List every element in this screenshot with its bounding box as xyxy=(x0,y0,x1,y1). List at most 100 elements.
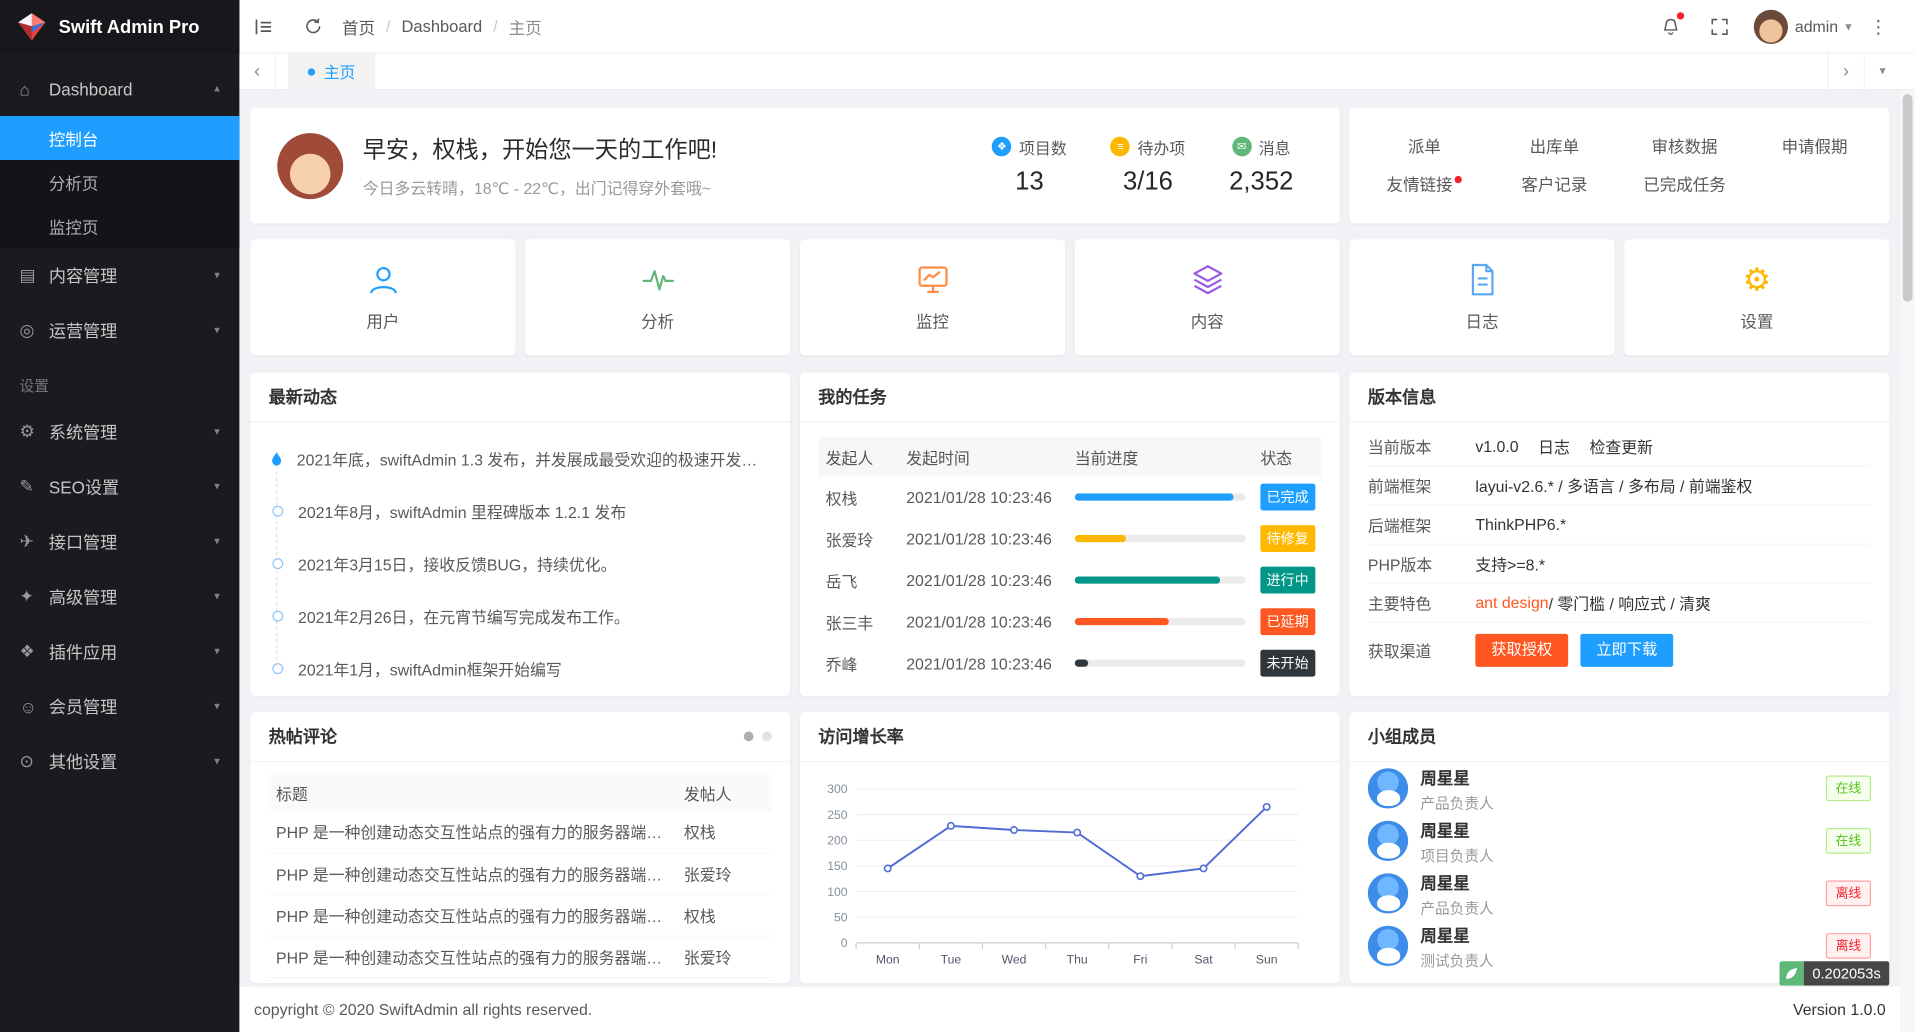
sidebar-item-label: 内容管理 xyxy=(49,263,117,287)
sidebar-item-label: 系统管理 xyxy=(49,420,117,444)
svg-text:Sat: Sat xyxy=(1194,953,1213,967)
news-item: 2021年8月，swiftAdmin 里程碑版本 1.2.1 发布 xyxy=(269,485,772,538)
vertical-scrollbar[interactable] xyxy=(1900,90,1915,1032)
leaf-icon xyxy=(1779,961,1803,985)
tab-home[interactable]: 主页 xyxy=(288,54,375,89)
sidebar-item-analysis[interactable]: 分析页 xyxy=(0,160,239,204)
version-row-frontend: 前端框架 layui-v2.6.* / 多语言 / 多布局 / 前端鉴权 xyxy=(1368,467,1871,506)
more-menu-button[interactable]: ⋮ xyxy=(1854,0,1903,53)
chevron-down-icon: ▾ xyxy=(214,700,220,713)
row-label: 获取渠道 xyxy=(1368,638,1475,661)
header-actions: admin ▼ ⋮ xyxy=(1646,0,1915,53)
row-label: 主要特色 xyxy=(1368,591,1475,614)
news-card-title: 最新动态 xyxy=(250,372,790,422)
stats-summary: ❖ 项目数 13 ≡ 待办项 3/16 ✉ xyxy=(992,135,1313,196)
member-role: 项目负责人 xyxy=(1420,845,1493,866)
download-button[interactable]: 立即下载 xyxy=(1580,633,1673,666)
sidebar-subitem-label: 分析页 xyxy=(49,170,98,194)
sidebar-item-console[interactable]: 控制台 xyxy=(0,116,239,160)
comments-card-title: 热帖评论 xyxy=(269,724,337,748)
sidebar-item-content-mgmt[interactable]: ▤ 内容管理 ▾ xyxy=(0,248,239,303)
sidebar-item-plugins[interactable]: ❖ 插件应用 ▾ xyxy=(0,624,239,679)
breadcrumb-home[interactable]: 首页 xyxy=(342,14,375,38)
sidebar-item-advanced-mgmt[interactable]: ✦ 高级管理 ▾ xyxy=(0,569,239,624)
breadcrumb-section[interactable]: Dashboard xyxy=(402,17,483,35)
post-title[interactable]: PHP 是一种创建动态交互性站点的强有力的服务器端脚本语言 xyxy=(269,811,677,853)
post-title[interactable]: PHP 是一种创建动态交互性站点的强有力的服务器端脚本语言 xyxy=(269,852,677,894)
task-time: 2021/01/28 10:23:46 xyxy=(899,642,1068,684)
news-item: 2021年底，swiftAdmin 1.3 发布，并发展成最受欢迎的极速开发框架… xyxy=(269,432,772,485)
check-update-link[interactable]: 检查更新 xyxy=(1589,435,1653,458)
sidebar-item-seo-settings[interactable]: ✎ SEO设置 ▾ xyxy=(0,459,239,514)
quick-link-audit[interactable]: 审核数据 xyxy=(1619,133,1749,157)
user-menu[interactable]: admin ▼ xyxy=(1795,17,1854,35)
shortcut-analysis[interactable]: 分析 xyxy=(525,239,790,355)
member-name: 周星星 xyxy=(1420,816,1493,840)
sidebar-item-operation-mgmt[interactable]: ◎ 运营管理 ▾ xyxy=(0,303,239,358)
post-title[interactable]: PHP 是一种创建动态交互性站点的强有力的服务器端脚本语言 xyxy=(269,894,677,936)
post-title[interactable]: PHP 是一种创建动态交互性站点的强有力的服务器端脚本语言 xyxy=(269,936,677,978)
table-row: PHP 是一种创建动态交互性站点的强有力的服务器端脚本语言 权栈 xyxy=(269,811,772,853)
shortcut-settings[interactable]: ⚙ 设置 xyxy=(1624,239,1889,355)
column-header: 当前进度 xyxy=(1067,437,1253,476)
php-value: 支持>=8.* xyxy=(1475,552,1545,575)
shortcut-logs[interactable]: 日志 xyxy=(1350,239,1615,355)
shortcut-users[interactable]: 用户 xyxy=(250,239,515,355)
task-owner: 张三丰 xyxy=(818,601,899,643)
chevron-down-icon: ▾ xyxy=(214,425,220,438)
user-avatar[interactable] xyxy=(1753,9,1787,43)
news-text: 2021年2月26日，在元宵节编写完成发布工作。 xyxy=(298,605,630,628)
quick-link-leave[interactable]: 申请假期 xyxy=(1750,133,1880,157)
get-license-button[interactable]: 获取授权 xyxy=(1475,633,1568,666)
refresh-button[interactable] xyxy=(288,0,337,53)
tab-menu-button[interactable]: ▾ xyxy=(1864,54,1901,89)
quick-link-customers[interactable]: 客户记录 xyxy=(1489,170,1619,194)
shortcut-monitor[interactable]: 监控 xyxy=(800,239,1065,355)
sidebar-item-dashboard[interactable]: ⌂ Dashboard ▴ xyxy=(0,61,239,116)
quick-link-dispatch[interactable]: 派单 xyxy=(1359,133,1489,157)
tab-scroll-right-button[interactable]: › xyxy=(1827,54,1864,89)
quick-link-label: 友情链接 xyxy=(1386,175,1452,193)
status-badge: 在线 xyxy=(1826,776,1871,802)
tab-scroll-left-button[interactable]: ‹ xyxy=(239,54,276,89)
sidebar-item-api-mgmt[interactable]: ✈ 接口管理 ▾ xyxy=(0,514,239,569)
chevron-down-icon: ▼ xyxy=(1843,20,1854,32)
post-title[interactable]: PHP 是一种创建动态交互性站点的强有力的服务器端脚本语言 xyxy=(269,977,677,983)
member-role: 产品负责人 xyxy=(1420,897,1493,918)
chevron-down-icon: ▾ xyxy=(214,480,220,493)
sidebar-item-other-settings[interactable]: ⊙ 其他设置 ▾ xyxy=(0,734,239,789)
member-name: 周星星 xyxy=(1420,921,1493,945)
changelog-link[interactable]: 日志 xyxy=(1538,435,1570,458)
notifications-button[interactable] xyxy=(1646,0,1695,53)
post-author: 权栈 xyxy=(677,894,772,936)
sidebar-item-monitor[interactable]: 监控页 xyxy=(0,204,239,248)
fullscreen-button[interactable] xyxy=(1695,0,1744,53)
sidebar-item-label: 接口管理 xyxy=(49,529,117,553)
scrollbar-thumb[interactable] xyxy=(1903,94,1913,302)
news-text: 2021年1月，swiftAdmin框架开始编写 xyxy=(298,657,562,680)
comments-table: 标题 发帖人 PHP 是一种创建动态交互性站点的强有力的服务器端脚本语言 权栈 … xyxy=(269,774,772,983)
status-badge: 离线 xyxy=(1826,933,1871,959)
list-item: 周星星 产品负责人 离线 xyxy=(1350,867,1890,920)
feature-rest: / 零门槛 / 响应式 / 清爽 xyxy=(1549,591,1711,614)
status-badge: 待修复 xyxy=(1253,518,1321,560)
shortcut-content[interactable]: 内容 xyxy=(1075,239,1340,355)
quick-link-outbound[interactable]: 出库单 xyxy=(1489,133,1619,157)
quick-link-completed-tasks[interactable]: 已完成任务 xyxy=(1619,170,1749,194)
status-badge: 进行中 xyxy=(1253,559,1321,601)
quick-link-friend-links[interactable]: 友情链接 xyxy=(1359,170,1489,194)
carousel-dot-active[interactable] xyxy=(744,732,754,742)
version-row-channel: 获取渠道 获取授权 立即下载 xyxy=(1368,623,1871,677)
sidebar-collapse-button[interactable] xyxy=(239,0,288,53)
sidebar-item-members[interactable]: ☺ 会员管理 ▾ xyxy=(0,679,239,734)
sidebar-item-system-mgmt[interactable]: ⚙ 系统管理 ▾ xyxy=(0,404,239,459)
quick-links-card: 派单 出库单 审核数据 申请假期 友情链接 客户记录 已完成任务 xyxy=(1350,107,1890,223)
carousel-dot[interactable] xyxy=(762,732,772,742)
breadcrumb: 首页 / Dashboard / 主页 xyxy=(342,14,542,38)
circle-dot-icon: ⊙ xyxy=(20,751,49,772)
svg-text:Sun: Sun xyxy=(1256,953,1278,967)
stat-label: 消息 xyxy=(1259,135,1291,158)
task-progress xyxy=(1067,518,1253,560)
shortcut-label: 设置 xyxy=(1740,308,1773,332)
status-badge: 在线 xyxy=(1826,828,1871,854)
